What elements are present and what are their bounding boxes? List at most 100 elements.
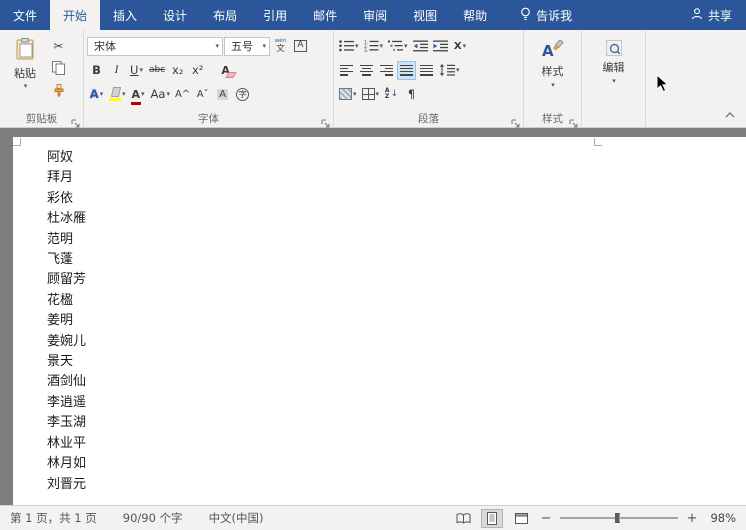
- document-line[interactable]: 阿奴: [47, 148, 86, 168]
- bullets-button[interactable]: ▾: [337, 37, 361, 56]
- underline-button[interactable]: U ▾: [127, 61, 146, 80]
- document-line[interactable]: 拜月: [47, 168, 86, 188]
- person-icon: [691, 7, 703, 23]
- document-line[interactable]: 刘晋元: [47, 475, 86, 495]
- clear-formatting-button[interactable]: A: [216, 61, 235, 80]
- character-border-icon: A: [294, 40, 307, 52]
- text-highlight-button[interactable]: ▾: [107, 85, 128, 104]
- tab-insert[interactable]: 插入: [100, 0, 150, 30]
- editing-button[interactable]: 编辑 ▾: [585, 34, 642, 110]
- italic-button[interactable]: I: [107, 61, 126, 80]
- font-size-combo[interactable]: 五号 ▾: [224, 36, 270, 56]
- asian-layout-button[interactable]: X ▾: [451, 37, 470, 56]
- justify-button[interactable]: [397, 60, 416, 80]
- styles-icon: A: [542, 40, 564, 60]
- share-button[interactable]: 共享: [677, 0, 746, 30]
- format-painter-button[interactable]: [49, 81, 68, 99]
- character-shading-button[interactable]: A: [213, 85, 232, 104]
- tell-me-label: 告诉我: [536, 8, 573, 23]
- document-line[interactable]: 范明: [47, 230, 86, 250]
- borders-button[interactable]: ▾: [360, 85, 382, 104]
- print-layout-button[interactable]: [481, 508, 503, 528]
- align-right-button[interactable]: [377, 61, 396, 80]
- line-spacing-button[interactable]: ▾: [437, 61, 462, 80]
- tab-file[interactable]: 文件: [0, 0, 50, 30]
- web-layout-icon: [514, 512, 528, 524]
- document-line[interactable]: 李玉湖: [47, 413, 86, 433]
- document-line[interactable]: 飞蓬: [47, 250, 86, 270]
- numbering-button[interactable]: 1. 2. 3. ▾: [362, 37, 386, 56]
- document-line[interactable]: 姜婉儿: [47, 332, 86, 352]
- subscript-button[interactable]: x₂: [168, 61, 187, 80]
- read-mode-button[interactable]: [452, 509, 474, 528]
- show-hide-marks-button[interactable]: ¶: [402, 85, 421, 104]
- zoom-slider-thumb[interactable]: [615, 513, 621, 523]
- copy-button[interactable]: [49, 59, 68, 77]
- align-left-button[interactable]: [337, 61, 356, 80]
- text-effects-button[interactable]: A ▾: [87, 85, 106, 104]
- paste-button[interactable]: 粘贴 ▾: [3, 34, 47, 110]
- grow-font-button[interactable]: A^: [173, 85, 192, 104]
- document-line[interactable]: 林业平: [47, 434, 86, 454]
- tab-layout[interactable]: 布局: [200, 0, 250, 30]
- strikethrough-button[interactable]: abc: [147, 61, 167, 80]
- document-line[interactable]: 顾留芳: [47, 270, 86, 290]
- zoom-level[interactable]: 98%: [706, 511, 736, 525]
- share-label: 共享: [707, 8, 732, 23]
- document-line[interactable]: 姜明: [47, 311, 86, 331]
- font-dialog-launcher[interactable]: [321, 114, 331, 128]
- document-line[interactable]: 杜冰雁: [47, 209, 86, 229]
- collapse-ribbon-button[interactable]: [724, 103, 736, 122]
- zoom-slider[interactable]: [560, 513, 678, 523]
- document-line[interactable]: 酒剑仙: [47, 372, 86, 392]
- page-indicator[interactable]: 第 1 页，共 1 页: [6, 510, 101, 526]
- word-window: 文件 开始 插入 设计 布局 引用 邮件 审阅 视图 帮助 告诉我 共享 粘贴 …: [0, 0, 746, 530]
- superscript-button[interactable]: x²: [188, 61, 207, 80]
- styles-button-label: 样式: [541, 65, 564, 78]
- justify-icon: [400, 64, 413, 76]
- change-case-button[interactable]: Aa ▾: [149, 85, 172, 104]
- align-center-button[interactable]: [357, 61, 376, 80]
- language-indicator[interactable]: 中文(中国): [205, 510, 268, 526]
- styles-button[interactable]: A 样式 ▾: [527, 34, 578, 110]
- tab-home[interactable]: 开始: [50, 0, 101, 30]
- increase-indent-button[interactable]: [431, 37, 450, 56]
- bold-button[interactable]: B: [87, 61, 106, 80]
- zoom-in-button[interactable]: +: [685, 511, 699, 526]
- document-line[interactable]: 李逍遥: [47, 393, 86, 413]
- document-line[interactable]: 景天: [47, 352, 86, 372]
- tab-mailings[interactable]: 邮件: [300, 0, 350, 30]
- document-line[interactable]: 彩依: [47, 189, 86, 209]
- decrease-indent-button[interactable]: [411, 37, 430, 56]
- document-line[interactable]: 林月如: [47, 454, 86, 474]
- shading-icon: [339, 88, 352, 100]
- cut-button[interactable]: ✂: [49, 37, 68, 55]
- tell-me-button[interactable]: 告诉我: [508, 0, 584, 30]
- mouse-cursor: [656, 74, 669, 93]
- tab-references[interactable]: 引用: [250, 0, 300, 30]
- tab-help[interactable]: 帮助: [450, 0, 500, 30]
- enclose-characters-button[interactable]: 字: [233, 85, 252, 104]
- document-text: 阿奴 拜月 彩依 杜冰雁 范明 飞蓬 顾留芳 花楹 姜明 姜婉儿 景天 酒剑仙 …: [47, 148, 86, 495]
- styles-dialog-launcher[interactable]: [569, 114, 579, 128]
- font-name-combo[interactable]: 宋体 ▾: [87, 36, 223, 56]
- clipboard-dialog-launcher[interactable]: [71, 114, 81, 128]
- tab-design[interactable]: 设计: [150, 0, 200, 30]
- phonetic-guide-button[interactable]: wén 文: [271, 37, 290, 56]
- font-color-button[interactable]: A ▾: [129, 85, 148, 105]
- character-border-button[interactable]: A: [291, 37, 310, 56]
- sort-button[interactable]: A Z ↓: [382, 85, 401, 104]
- document-page[interactable]: 阿奴 拜月 彩依 杜冰雁 范明 飞蓬 顾留芳 花楹 姜明 姜婉儿 景天 酒剑仙 …: [13, 137, 746, 505]
- distribute-button[interactable]: [417, 61, 436, 80]
- tab-review[interactable]: 审阅: [350, 0, 400, 30]
- web-layout-button[interactable]: [510, 509, 532, 528]
- multilevel-list-button[interactable]: ▾: [386, 37, 410, 56]
- shading-button[interactable]: ▾: [337, 85, 359, 104]
- ribbon-group-editing: 编辑 ▾: [582, 30, 646, 127]
- zoom-out-button[interactable]: −: [539, 511, 553, 526]
- document-line[interactable]: 花楹: [47, 291, 86, 311]
- shrink-font-button[interactable]: Aˇ: [193, 85, 212, 104]
- word-count[interactable]: 90/90 个字: [119, 510, 187, 526]
- paragraph-dialog-launcher[interactable]: [511, 114, 521, 128]
- tab-view[interactable]: 视图: [400, 0, 450, 30]
